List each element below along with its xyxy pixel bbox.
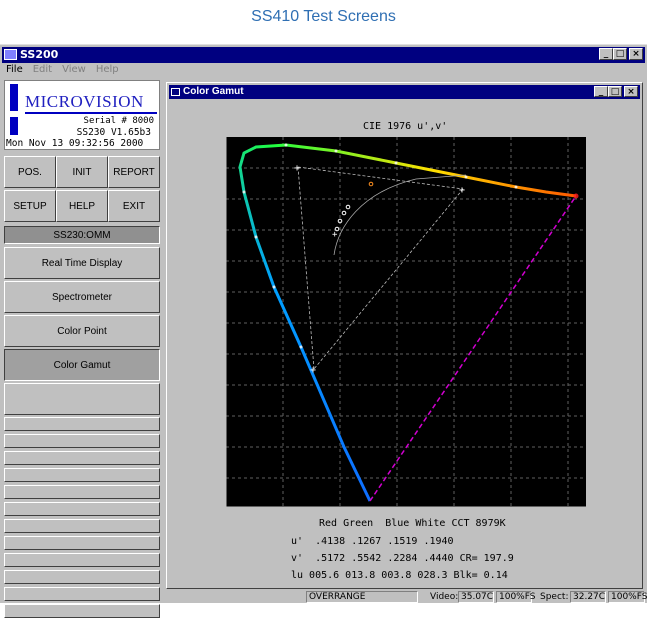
init-button[interactable]: INIT: [56, 156, 108, 188]
child-minimize-button[interactable]: _: [594, 86, 608, 97]
pos-button[interactable]: POS.: [4, 156, 56, 188]
video-label: Video:: [430, 592, 459, 602]
spect-value: 32.27C: [570, 591, 606, 603]
child-maximize-button[interactable]: □: [608, 86, 622, 97]
empty-slot[interactable]: [4, 604, 160, 618]
plot-area: CIE 1976 u',v' + + + + Red Green Blue Wh…: [169, 101, 640, 586]
color-gamut-button[interactable]: Color Gamut: [4, 349, 160, 381]
setup-button[interactable]: SETUP: [4, 190, 56, 222]
app-icon: [4, 49, 17, 60]
empty-slot[interactable]: [4, 553, 160, 567]
svg-text:+: +: [294, 163, 300, 174]
plot-background: [226, 137, 586, 507]
report-button[interactable]: REPORT: [108, 156, 160, 188]
empty-slot[interactable]: [4, 417, 160, 431]
empty-slot[interactable]: [4, 519, 160, 533]
child-window-title: Color Gamut: [183, 86, 244, 97]
svg-text:+: +: [332, 230, 338, 240]
app-window: SS200 _ □ × File Edit View Help MICROVIS…: [0, 44, 647, 618]
child-titlebar[interactable]: Color Gamut _ □ ×: [169, 85, 640, 99]
spect-label: Spect:: [540, 592, 569, 602]
logo-bar-small: [10, 117, 18, 135]
chart-title: CIE 1976 u',v': [363, 121, 448, 132]
empty-slot[interactable]: [4, 536, 160, 550]
spect-percent: 100%FS: [608, 591, 647, 603]
child-window-icon: [171, 88, 180, 96]
datetime: Mon Nov 13 09:32:56 2000: [6, 138, 144, 149]
menu-bar: File Edit View Help: [2, 64, 119, 78]
serial-number: Serial # 8000: [83, 116, 154, 126]
u-prime-row: u' .4138 .1267 .1519 .1940: [291, 536, 454, 547]
empty-slot[interactable]: [4, 434, 160, 448]
empty-button[interactable]: [4, 383, 160, 415]
brand-underline: [25, 112, 157, 114]
svg-text:+: +: [459, 185, 465, 196]
menu-view[interactable]: View: [62, 64, 86, 78]
maximize-button[interactable]: □: [613, 48, 627, 60]
empty-slot[interactable]: [4, 485, 160, 499]
control-panel: MICROVISION Serial # 8000 SS230 V1.65b3 …: [2, 80, 162, 625]
empty-slot[interactable]: [4, 451, 160, 465]
video-percent: 100%FS: [496, 591, 535, 603]
menu-edit[interactable]: Edit: [33, 64, 52, 78]
microvision-logo-panel: MICROVISION Serial # 8000 SS230 V1.65b3 …: [4, 80, 160, 150]
brand-name: MICROVISION: [25, 92, 144, 111]
real-time-display-button[interactable]: Real Time Display: [4, 247, 160, 279]
luminance-row: lu 005.6 013.8 003.8 028.3 Blk= 0.14: [291, 570, 508, 581]
v-prime-row: v' .5172 .5542 .2284 .4440 CR= 197.9: [291, 553, 514, 564]
status-bar: OVERRANGE Video: 35.07C 100%FS Spect: 32…: [0, 591, 647, 603]
window-titlebar[interactable]: SS200 _ □ ×: [2, 47, 645, 63]
help-button[interactable]: HELP: [56, 190, 108, 222]
video-value: 35.07C: [458, 591, 494, 603]
overrange-indicator: OVERRANGE: [306, 591, 418, 603]
table-header: Red Green Blue White CCT 8979K: [319, 518, 506, 529]
window-title: SS200: [20, 48, 59, 61]
minimize-button[interactable]: _: [599, 48, 613, 60]
color-gamut-window: Color Gamut _ □ × CIE 1976 u',v' + + + +…: [166, 82, 643, 589]
spectrometer-button[interactable]: Spectrometer: [4, 281, 160, 313]
menu-file[interactable]: File: [6, 64, 23, 78]
logo-bar: [10, 84, 18, 111]
version: SS230 V1.65b3: [76, 127, 151, 138]
empty-slot[interactable]: [4, 468, 160, 482]
model-label: SS230:OMM: [4, 226, 160, 244]
menu-help[interactable]: Help: [96, 64, 119, 78]
cie-chart: + + + +: [226, 137, 586, 507]
page-title: SS410 Test Screens: [251, 8, 396, 25]
exit-button[interactable]: EXIT: [108, 190, 160, 222]
color-point-button[interactable]: Color Point: [4, 315, 160, 347]
empty-slot[interactable]: [4, 502, 160, 516]
close-button[interactable]: ×: [629, 48, 643, 60]
svg-text:+: +: [310, 365, 316, 376]
child-close-button[interactable]: ×: [624, 86, 638, 97]
empty-slot[interactable]: [4, 570, 160, 584]
